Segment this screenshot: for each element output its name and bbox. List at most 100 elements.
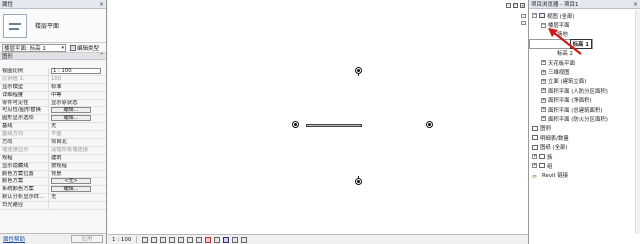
elevation-marker-east[interactable] [426, 121, 433, 128]
graphics-section-label: 图形 [2, 54, 14, 60]
property-row[interactable]: 视图比例 1 : 100 [0, 68, 106, 76]
property-row[interactable]: 显示模型 标准 [0, 83, 106, 92]
browser-item-label: 标高 2 [557, 51, 573, 58]
property-row[interactable]: 系统颜色方案 编辑... [0, 186, 106, 195]
close-icon[interactable]: × [99, 1, 104, 8]
rendering-icon[interactable] [178, 236, 185, 243]
type-name: 楼层平面 [35, 23, 60, 30]
browser-item[interactable]: + 天花板平面 [529, 58, 640, 67]
property-row[interactable]: 零件可见性 显示原状态 [0, 99, 106, 108]
crop-view-icon[interactable] [187, 236, 194, 243]
properties-title-bar: 属性 × [0, 0, 106, 9]
navigation-bar-icon[interactable] [521, 14, 526, 18]
graphics-section-header[interactable]: 图形 ⌃ [0, 53, 106, 60]
browser-item[interactable]: 图例 [529, 124, 640, 133]
view-scale[interactable]: 1 : 100 [112, 237, 131, 243]
type-selector-preview[interactable]: 楼层平面 [0, 9, 106, 43]
property-row[interactable]: 墙连接显示 清理所有墙连接 [0, 146, 106, 155]
drawing-canvas[interactable]: - □ × [108, 0, 528, 234]
elevation-marker-south[interactable] [355, 176, 362, 185]
property-row[interactable]: 规程 建筑 [0, 154, 106, 163]
expand-icon[interactable]: + [532, 154, 537, 160]
restore-icon[interactable]: □ [513, 3, 518, 8]
property-label: 可见性/图形替换 [0, 107, 49, 115]
detail-level-icon[interactable] [142, 236, 149, 243]
browser-item[interactable]: ∞ Revit 链接 [529, 171, 640, 180]
shadows-icon[interactable] [169, 236, 176, 243]
highlight-displacement-icon[interactable] [232, 236, 239, 243]
property-label: 颜色方案位置 [0, 170, 49, 178]
property-row[interactable]: 图形显示选项 编辑... [0, 115, 106, 124]
property-value: 中等 [51, 91, 62, 98]
property-label: 显示隐藏线 [0, 162, 49, 170]
browser-item[interactable]: + 三维视图 [529, 67, 640, 76]
browser-item-label: 天花板平面 [548, 60, 575, 67]
property-edit-button[interactable]: 编辑... [51, 107, 91, 114]
sun-path-icon[interactable] [160, 236, 167, 243]
visual-style-icon[interactable] [151, 236, 158, 243]
browser-item[interactable]: + 面积平面 (净面积) [529, 96, 640, 105]
properties-help-link[interactable]: 属性帮助 [3, 235, 25, 243]
browser-item[interactable]: − 视图 (全部) [529, 11, 640, 20]
wall-element[interactable] [306, 124, 362, 127]
property-edit-button[interactable]: 编辑... [51, 186, 91, 193]
close-view-icon[interactable]: × [520, 3, 525, 8]
browser-item[interactable]: 标高 2 [529, 49, 640, 58]
property-label: 系统颜色方案 [0, 186, 49, 194]
expand-icon[interactable]: + [541, 97, 546, 103]
property-row[interactable]: 显示隐藏线 按规程 [0, 162, 106, 171]
view-instance-dropdown[interactable]: 楼层平面: 标高 1 ▾ [2, 43, 66, 52]
property-row[interactable]: 方向 项目北 [0, 139, 106, 147]
property-row[interactable]: 日光路径 [0, 202, 106, 211]
close-icon[interactable]: × [633, 1, 638, 8]
browser-item[interactable]: 场地 [529, 30, 640, 39]
constraints-icon[interactable] [241, 236, 248, 243]
property-row[interactable]: 基线方向 平面 [0, 131, 106, 140]
property-row[interactable]: 比例值 1: 100 [0, 75, 106, 84]
browser-item-label: 面积平面 (防火分区面积) [548, 116, 608, 123]
minimize-icon[interactable]: - [506, 3, 511, 8]
browser-scrollbar[interactable] [635, 10, 640, 234]
browser-item[interactable]: + 组 [529, 161, 640, 170]
elevation-marker-west[interactable] [292, 121, 299, 128]
browser-item[interactable]: + 族 [529, 152, 640, 161]
browser-item[interactable]: 明细表/数量 [529, 133, 640, 142]
expand-icon[interactable]: + [541, 107, 546, 113]
zoom-icon[interactable] [521, 21, 526, 25]
expand-icon[interactable]: + [532, 163, 537, 169]
browser-item[interactable]: − 楼层平面 [529, 20, 640, 29]
property-input[interactable]: 1 : 100 [51, 68, 101, 74]
property-label: 规程 [0, 154, 49, 162]
elevation-marker-north[interactable] [355, 67, 362, 76]
property-value: 无 [51, 194, 57, 201]
expand-icon[interactable]: + [541, 88, 546, 94]
browser-item[interactable]: + 面积平面 (总建筑面积) [529, 105, 640, 114]
apply-button[interactable]: 应用 [71, 235, 103, 243]
collapse-icon[interactable]: − [541, 22, 546, 28]
collapse-icon[interactable]: − [532, 13, 537, 19]
edit-type-button[interactable]: 编辑类型 [70, 44, 99, 52]
browser-item[interactable]: 图纸 (全部) [529, 142, 640, 151]
property-label: 详细程度 [0, 91, 49, 99]
temporary-hide-icon[interactable] [205, 236, 212, 243]
property-edit-button[interactable]: 编辑... [51, 115, 91, 122]
expand-icon[interactable]: + [541, 69, 546, 75]
browser-item[interactable]: + 面积平面 (防火分区面积) [529, 114, 640, 123]
property-row[interactable]: 默认分析显示样... 无 [0, 194, 106, 203]
expand-icon[interactable]: + [541, 78, 546, 84]
crop-region-icon[interactable] [196, 236, 203, 243]
property-row[interactable]: 颜色方案位置 背景 [0, 170, 106, 179]
expand-icon[interactable]: + [541, 60, 546, 66]
property-row[interactable]: 可见性/图形替换 编辑... [0, 107, 106, 116]
property-row[interactable]: 详细程度 中等 [0, 91, 106, 100]
property-edit-button[interactable]: <无> [51, 178, 91, 185]
property-row[interactable]: 基线无 [0, 123, 106, 132]
property-row[interactable]: 颜色方案 <无> [0, 178, 106, 187]
browser-item-selected[interactable]: 标高 1 [529, 38, 593, 49]
browser-item[interactable]: + 立面 (建筑立面) [529, 77, 640, 86]
expand-icon[interactable]: + [541, 116, 546, 122]
analytical-model-icon[interactable] [223, 236, 230, 243]
property-value: 显示原状态 [51, 99, 78, 106]
browser-item[interactable]: + 面积平面 (人防分区面积) [529, 86, 640, 95]
reveal-hidden-icon[interactable] [214, 236, 221, 243]
